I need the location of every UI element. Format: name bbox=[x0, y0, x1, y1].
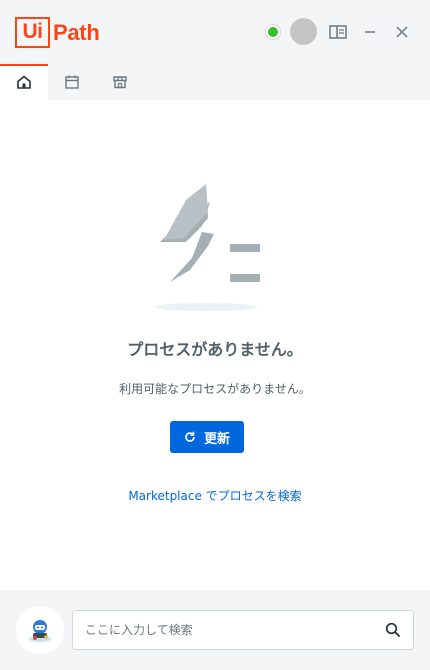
logo-text: Path bbox=[53, 19, 100, 45]
process-list-panel: プロセスがありません。 利用可能なプロセスがありません。 更新 Marketpl… bbox=[0, 100, 430, 590]
minimize-icon bbox=[365, 31, 375, 33]
panel-layout-icon bbox=[329, 25, 347, 39]
store-icon bbox=[113, 76, 127, 89]
title-bar: Ui Path bbox=[0, 0, 430, 64]
tab-store[interactable] bbox=[96, 64, 144, 100]
connection-status-icon bbox=[266, 25, 280, 39]
search-button[interactable] bbox=[373, 611, 413, 649]
refresh-button[interactable]: 更新 bbox=[170, 421, 244, 453]
tab-calendar[interactable] bbox=[48, 64, 96, 100]
refresh-icon bbox=[185, 431, 195, 442]
tab-home[interactable] bbox=[0, 64, 48, 100]
home-icon bbox=[17, 75, 31, 89]
avatar[interactable] bbox=[290, 18, 317, 45]
tab-bar bbox=[0, 64, 430, 100]
search-icon bbox=[385, 622, 401, 638]
assistant-robot-button[interactable] bbox=[16, 606, 64, 654]
footer-bar bbox=[0, 590, 430, 670]
robot-icon bbox=[29, 620, 51, 642]
close-icon bbox=[396, 26, 408, 38]
empty-state-description: 利用可能なプロセスがありません。 bbox=[119, 382, 311, 396]
marketplace-search-link[interactable]: Marketplace でプロセスを検索 bbox=[0, 487, 430, 504]
search-input[interactable] bbox=[73, 623, 373, 637]
close-button[interactable] bbox=[390, 20, 414, 44]
minimize-button[interactable] bbox=[358, 20, 382, 44]
calendar-icon bbox=[65, 75, 79, 89]
search-field[interactable] bbox=[72, 610, 414, 650]
logo-boxed-text: Ui bbox=[15, 17, 50, 48]
empty-state-title: プロセスがありません。 bbox=[127, 340, 303, 359]
toggle-panel-button[interactable] bbox=[326, 20, 350, 44]
no-process-illustration bbox=[153, 184, 260, 311]
uipath-logo: Ui Path bbox=[15, 17, 100, 48]
refresh-button-label: 更新 bbox=[203, 431, 230, 447]
